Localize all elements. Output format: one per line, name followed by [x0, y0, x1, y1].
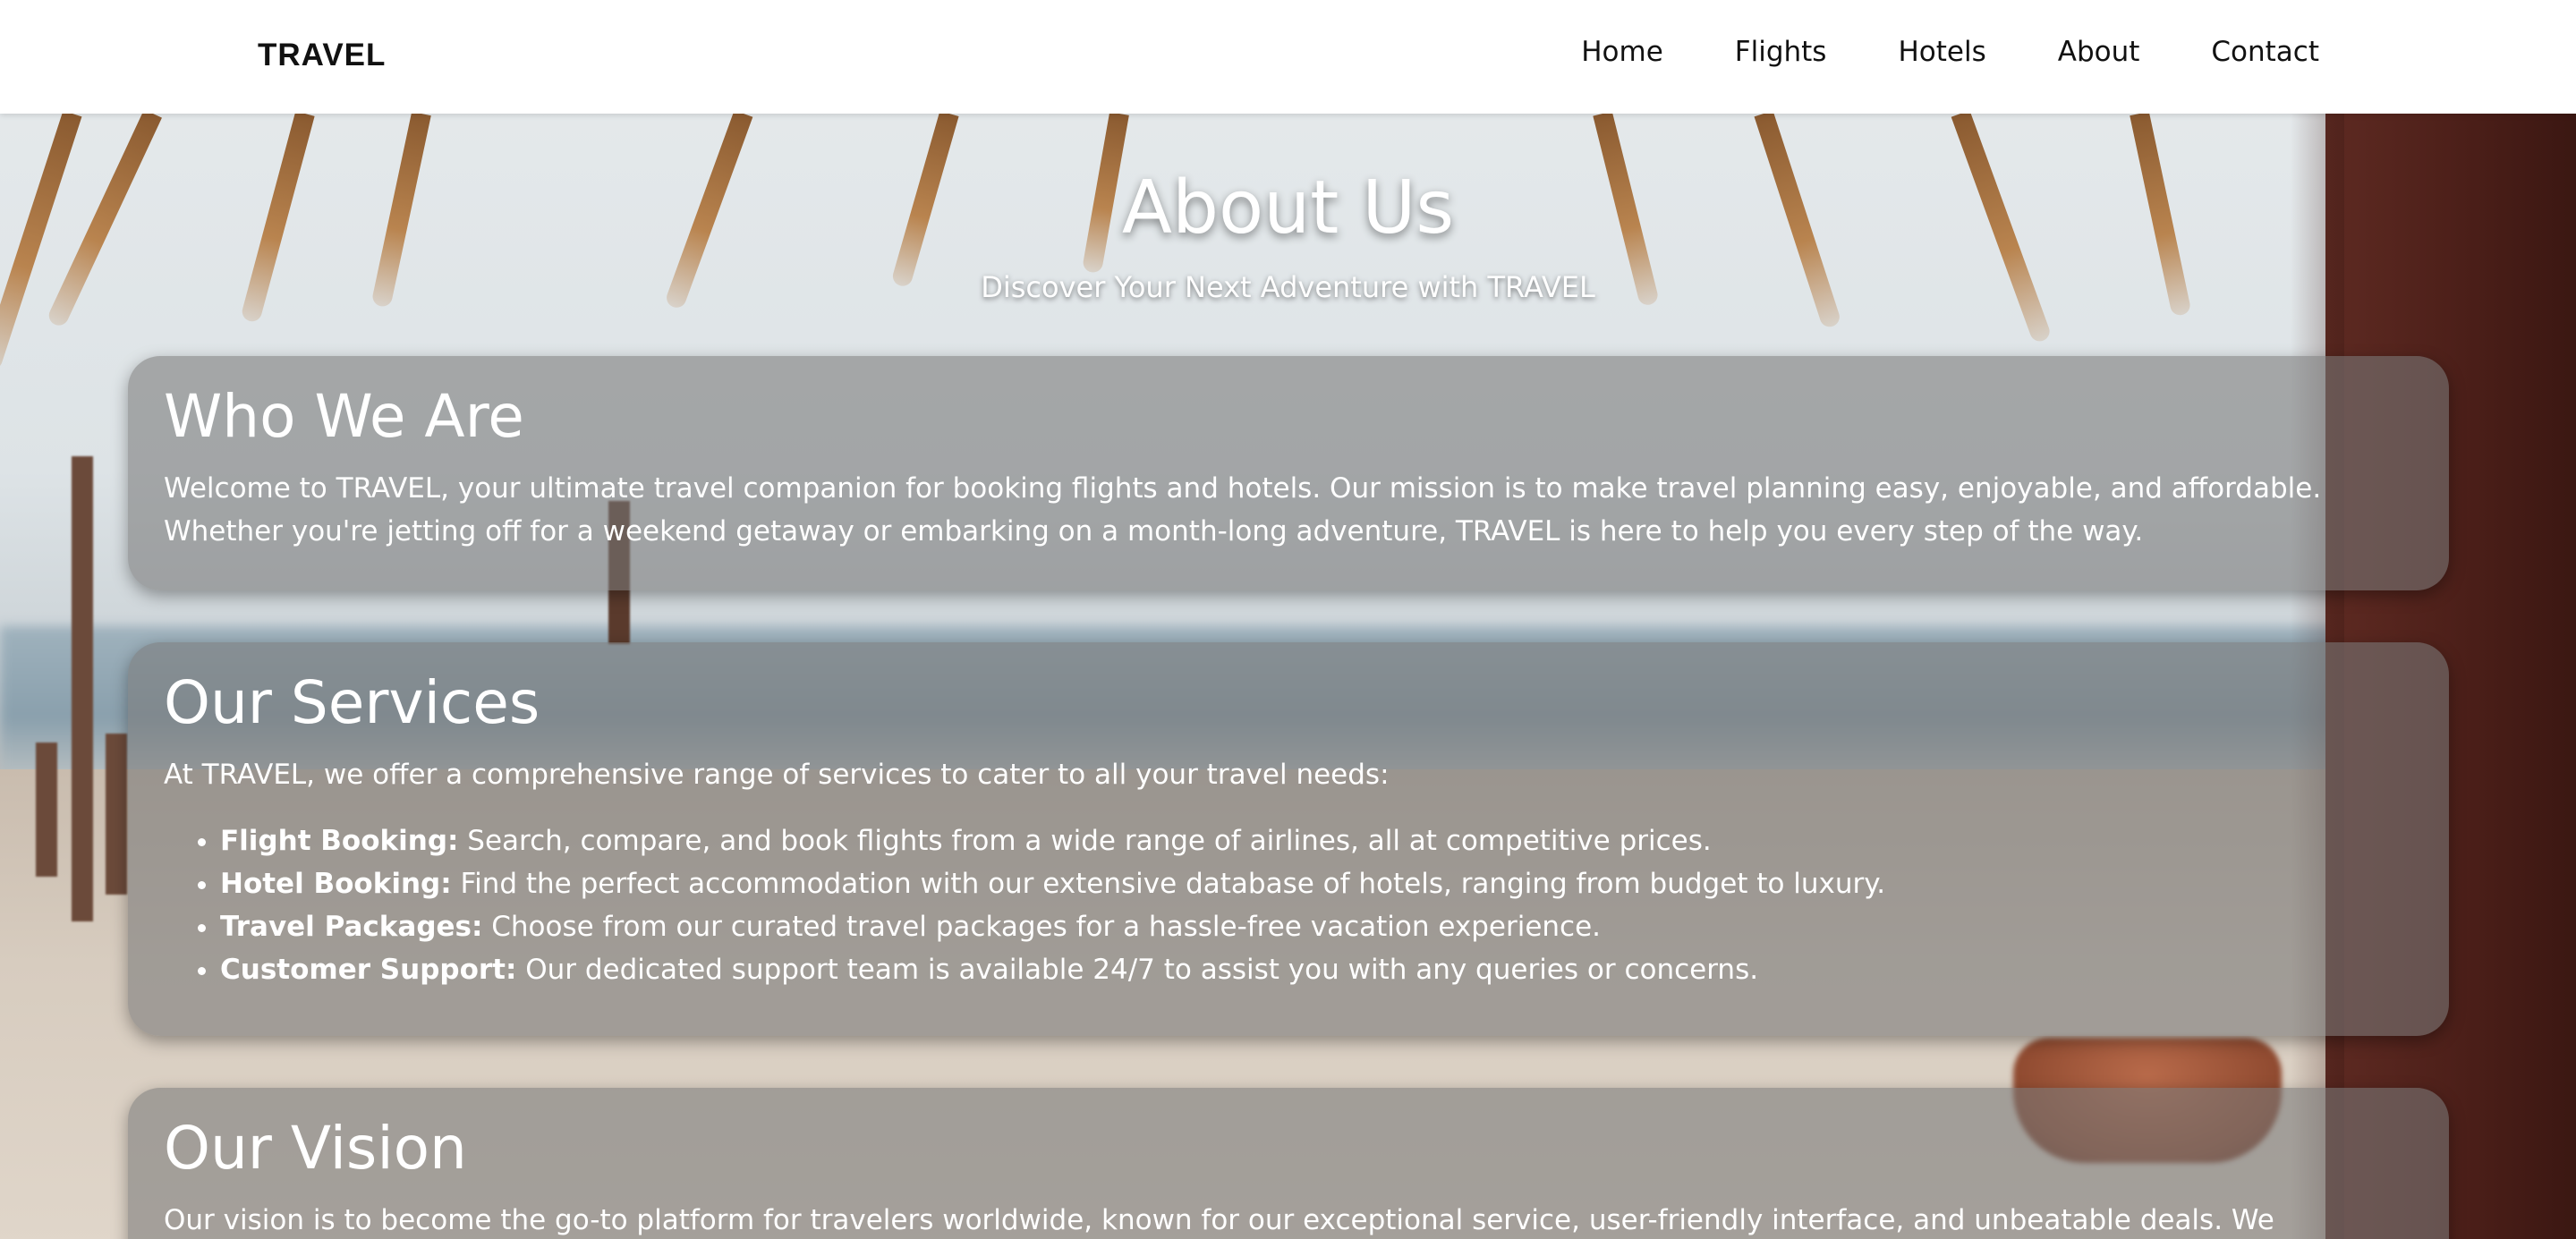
nav-link-hotels[interactable]: Hotels — [1898, 36, 1985, 68]
service-label: Hotel Booking: — [220, 868, 452, 900]
our-services-card: Our Services At TRAVEL, we offer a compr… — [128, 642, 2449, 1036]
our-vision-card: Our Vision Our vision is to become the g… — [128, 1088, 2449, 1239]
nav-link-about[interactable]: About — [2058, 36, 2140, 68]
service-description: Search, compare, and book flights from a… — [458, 825, 1712, 857]
page-title: About Us — [1121, 165, 1455, 250]
nav-link-contact[interactable]: Contact — [2211, 36, 2319, 68]
section-heading: Our Services — [164, 668, 540, 737]
list-item: Customer Support: Our dedicated support … — [220, 948, 2413, 991]
section-text: Welcome to TRAVEL, your ultimate travel … — [164, 472, 2322, 547]
who-we-are-card: Who We Are Welcome to TRAVEL, your ultim… — [128, 356, 2449, 590]
service-label: Flight Booking: — [220, 825, 459, 857]
dock-post — [36, 743, 57, 877]
section-heading: Our Vision — [164, 1114, 467, 1183]
service-description: Choose from our curated travel packages … — [482, 911, 1602, 943]
dock-post — [72, 456, 93, 921]
list-item: Hotel Booking: Find the perfect accommod… — [220, 862, 2413, 905]
services-list: Flight Booking: Search, compare, and boo… — [164, 819, 2413, 991]
service-label: Travel Packages: — [220, 911, 483, 943]
nav-links: Home Flights Hotels About Contact — [1581, 36, 2319, 68]
service-description: Our dedicated support team is available … — [516, 954, 1759, 986]
page-subtitle: Discover Your Next Adventure with TRAVEL — [981, 270, 1595, 304]
list-item: Flight Booking: Search, compare, and boo… — [220, 819, 2413, 862]
section-text: Our vision is to become the go-to platfo… — [164, 1204, 2274, 1236]
brand-logo[interactable]: TRAVEL — [258, 38, 386, 73]
section-text: At TRAVEL, we offer a comprehensive rang… — [164, 759, 1390, 791]
nav-link-flights[interactable]: Flights — [1735, 36, 1827, 68]
dock-post — [106, 734, 127, 895]
top-navbar: TRAVEL Home Flights Hotels About Contact — [0, 0, 2576, 114]
section-heading: Who We Are — [164, 382, 524, 451]
service-description: Find the perfect accommodation with our … — [451, 868, 1886, 900]
service-label: Customer Support: — [220, 954, 517, 986]
nav-link-home[interactable]: Home — [1581, 36, 1663, 68]
list-item: Travel Packages: Choose from our curated… — [220, 905, 2413, 948]
